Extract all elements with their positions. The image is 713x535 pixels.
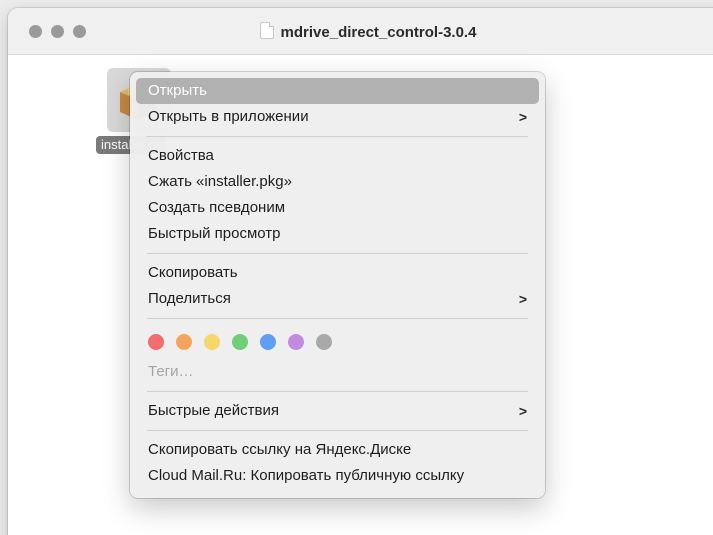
menu-item-share[interactable]: Поделиться > (136, 286, 539, 312)
menu-item-cloud-mail-link-label: Cloud Mail.Ru: Копировать публичную ссыл… (148, 467, 465, 484)
menu-item-quick-actions[interactable]: Быстрые действия > (136, 398, 539, 424)
menu-separator (147, 318, 528, 319)
menu-item-make-alias-label: Создать псевдоним (148, 199, 286, 216)
menu-item-open-with[interactable]: Открыть в приложении > (136, 104, 539, 130)
tag-green-button[interactable] (232, 334, 248, 350)
menu-item-cloud-mail-link[interactable]: Cloud Mail.Ru: Копировать публичную ссыл… (136, 463, 539, 489)
menu-item-share-label: Поделиться (148, 290, 231, 307)
menu-item-open-label: Открыть (148, 82, 207, 99)
title-bar: mdrive_direct_control-3.0.4 (8, 8, 713, 55)
menu-separator (147, 391, 528, 392)
menu-item-open-with-label: Открыть в приложении (148, 108, 309, 125)
menu-item-copy-label: Скопировать (148, 264, 238, 281)
menu-item-make-alias[interactable]: Создать псевдоним (136, 195, 539, 221)
menu-item-properties-label: Свойства (148, 147, 214, 164)
menu-separator (147, 430, 528, 431)
chevron-right-icon: > (518, 403, 527, 419)
tag-orange-button[interactable] (176, 334, 192, 350)
menu-item-tags-label: Теги… (148, 363, 194, 380)
menu-item-properties[interactable]: Свойства (136, 143, 539, 169)
chevron-right-icon: > (518, 109, 527, 125)
window-title-text: mdrive_direct_control-3.0.4 (280, 24, 477, 41)
menu-item-quick-look-label: Быстрый просмотр (148, 225, 281, 242)
tag-gray-button[interactable] (316, 334, 332, 350)
tag-blue-button[interactable] (260, 334, 276, 350)
folder-document-icon (259, 22, 274, 39)
tag-red-button[interactable] (148, 334, 164, 350)
menu-item-quick-look[interactable]: Быстрый просмотр (136, 221, 539, 247)
menu-item-tags[interactable]: Теги… (136, 359, 539, 385)
tag-colors-row (136, 325, 539, 359)
menu-item-copy[interactable]: Скопировать (136, 260, 539, 286)
window-title: mdrive_direct_control-3.0.4 (8, 22, 713, 41)
context-menu: Открыть Открыть в приложении > Свойства … (130, 72, 545, 498)
menu-item-quick-actions-label: Быстрые действия (148, 402, 279, 419)
desktop: mdrive_direct_control-3.0.4 installer.pk… (0, 0, 713, 535)
menu-item-copy-yandex-link-label: Скопировать ссылку на Яндекс.Диске (148, 441, 412, 458)
chevron-right-icon: > (518, 291, 527, 307)
tag-yellow-button[interactable] (204, 334, 220, 350)
menu-item-compress[interactable]: Сжать «installer.pkg» (136, 169, 539, 195)
menu-item-compress-label: Сжать «installer.pkg» (148, 173, 292, 190)
menu-separator (147, 136, 528, 137)
tag-purple-button[interactable] (288, 334, 304, 350)
menu-separator (147, 253, 528, 254)
menu-item-copy-yandex-link[interactable]: Скопировать ссылку на Яндекс.Диске (136, 437, 539, 463)
menu-item-open[interactable]: Открыть (136, 78, 539, 104)
